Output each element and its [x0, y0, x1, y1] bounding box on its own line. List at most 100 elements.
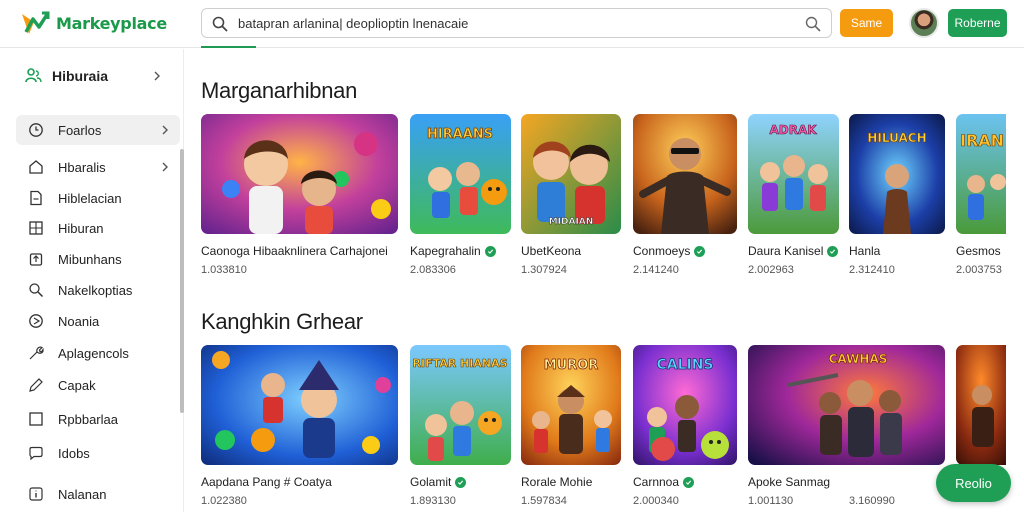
card-title: Hanla [849, 244, 881, 258]
verified-icon [455, 476, 467, 488]
logo-text: Markeyplace [56, 13, 167, 33]
card-title: Gesmos [956, 244, 1001, 258]
upload-icon [29, 253, 43, 266]
square-icon [29, 412, 43, 426]
search-submit-icon[interactable] [804, 15, 822, 33]
floating-action-button[interactable]: Reolio [936, 464, 1011, 502]
section-title: Marganarhibnan [201, 78, 358, 103]
sidebar-item-label: Hbaralis [58, 159, 106, 175]
card-count: 1.307924 [521, 264, 567, 276]
sidebar-item-nalanan[interactable]: Nalanan [16, 479, 180, 509]
sidebar-top-label: Hiburaia [52, 68, 109, 84]
logo[interactable]: Markeyplace [20, 10, 167, 36]
logo-icon [22, 11, 50, 34]
sidebar-item-foarlos[interactable]: Foarlos [16, 115, 180, 145]
sidebar-item-label: Rpbbarlaa [58, 411, 118, 427]
sidebar-item-label: Idobs [58, 445, 90, 461]
sidebar-item-noania[interactable]: Noania [16, 306, 180, 336]
sidebar-scrollbar[interactable] [180, 149, 184, 413]
card-title: UbetKeona [521, 244, 582, 258]
search-icon [212, 16, 228, 32]
thumbnail-title-text: ADRAK [769, 123, 817, 137]
sidebar-item-rpbbarlaa[interactable]: Rpbbarlaa [16, 404, 180, 434]
verified-icon [694, 245, 706, 257]
verified-icon [683, 476, 695, 488]
sidebar-item-label: Capak [58, 377, 96, 393]
same-button[interactable]: Same [840, 9, 893, 37]
thumbnail-title-text: HIRAANS [427, 127, 493, 142]
sidebar-item-mibunhans[interactable]: Mibunhans [16, 244, 180, 274]
info-icon [29, 487, 43, 501]
sidebar-item-capak[interactable]: Capak [16, 370, 180, 400]
card-count: 1.033810 [201, 264, 247, 276]
grid-icon [29, 221, 43, 235]
sidebar-item-label: Mibunhans [58, 251, 122, 267]
verified-icon [484, 245, 496, 257]
sidebar-item-label: Hiburan [58, 220, 104, 236]
section-title: Kanghkin Grhear [201, 309, 363, 334]
card-title: Caonoga Hibaaknlinera Carhajonei [201, 244, 388, 258]
game-thumbnail: HILUACH [849, 114, 945, 234]
search-icon [29, 283, 44, 298]
card-count: 2.002963 [748, 264, 794, 276]
game-thumbnail: ADRAK [748, 114, 839, 234]
card-title: Conmoeys [633, 244, 706, 258]
sidebar-top-item[interactable]: Hiburaia [24, 65, 174, 87]
chevron-right-icon [162, 125, 168, 135]
compass-icon [29, 314, 43, 328]
card-count: 1.597834 [521, 495, 567, 507]
card-count: 2.003753 [956, 264, 1002, 276]
sidebar-item-hiblelacian[interactable]: Hiblelacian [16, 183, 180, 213]
thumbnail-title-text: CAWHAS [829, 352, 888, 366]
sidebar-item-aplagencols[interactable]: Aplagencols [16, 338, 180, 368]
sidebar-item-label: Foarlos [58, 122, 102, 138]
verified-icon [827, 245, 839, 257]
avatar[interactable] [909, 8, 939, 38]
pen-icon [29, 378, 43, 392]
roberne-button[interactable]: Roberne [948, 9, 1007, 37]
thumbnail-title-text: MIDAIAN [549, 217, 594, 227]
top-header: Markeyplace batapran arlanina| deopliopt… [0, 0, 1024, 48]
active-tab-underline [201, 46, 256, 48]
search-bar[interactable]: batapran arlanina| deoplioptin lnenacaie [201, 8, 832, 38]
game-thumbnail: HIRAANS [410, 114, 511, 234]
sidebar-item-idobs[interactable]: Idobs [16, 438, 180, 468]
thumbnail-title-text: RIFTAR HIANAS [413, 357, 508, 370]
sidebar-item-nakelkoptias[interactable]: Nakelkoptias [16, 275, 180, 305]
game-thumbnail [956, 345, 1006, 465]
card-count: 1.893130 [410, 495, 456, 507]
card-count: 1.001130 [748, 495, 794, 507]
thumbnail-title-text: MUROR [544, 358, 599, 373]
sidebar-item-label: Nakelkoptias [58, 282, 133, 298]
thumbnail-title-text: CALINS [656, 357, 713, 373]
sidebar-item-label: Aplagencols [58, 345, 129, 361]
thumbnail-title-text: HILUACH [867, 131, 926, 145]
people-icon [25, 68, 42, 83]
sidebar-item-hiburan[interactable]: Hiburan [16, 213, 180, 243]
thumbnail-title-text: IRAN [960, 131, 1004, 150]
search-input[interactable]: batapran arlanina| deoplioptin lnenacaie [238, 16, 468, 31]
game-thumbnail: CALINS [633, 345, 737, 465]
document-icon [30, 190, 42, 206]
game-thumbnail [633, 114, 737, 234]
game-thumbnail: MIDAIAN [521, 114, 621, 234]
card-count: 2.312410 [849, 264, 895, 276]
game-thumbnail [201, 345, 398, 465]
sidebar-item-label: Hiblelacian [58, 190, 122, 206]
card-count: 2.141240 [633, 264, 679, 276]
card-title: Golamit [410, 475, 467, 489]
card-count: 2.083306 [410, 264, 456, 276]
tool-icon [29, 346, 44, 360]
game-thumbnail: RIFTAR HIANAS [410, 345, 511, 465]
chevron-right-icon [162, 162, 168, 172]
game-thumbnail: CAWHAS [748, 345, 945, 465]
sidebar: Hiburaia Foarlos Hbaralis Hiblelacian Hi… [0, 49, 184, 512]
chevron-right-icon [154, 71, 160, 81]
card-count: 3.160990 [849, 495, 895, 507]
card-title: Apoke Sanmag [748, 475, 831, 489]
card-title: Rorale Mohie [521, 475, 593, 489]
game-thumbnail [201, 114, 398, 234]
sidebar-item-label: Noania [58, 313, 100, 329]
game-thumbnail: MUROR [521, 345, 621, 465]
sidebar-item-hbaralis[interactable]: Hbaralis [16, 152, 180, 182]
